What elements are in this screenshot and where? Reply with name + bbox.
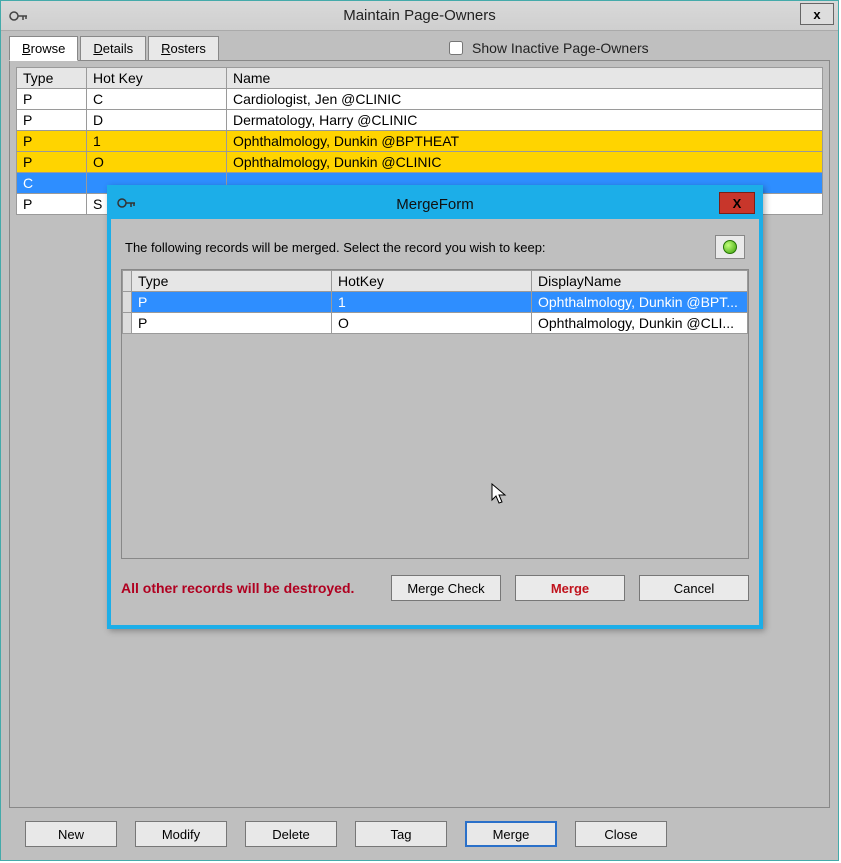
merge-check-button[interactable]: Merge Check [391,575,501,601]
cell-type[interactable]: P [17,152,87,173]
table-row[interactable]: PCCardiologist, Jen @CLINIC [17,89,823,110]
tab-details[interactable]: Details [80,36,146,60]
cell-name[interactable]: Dermatology, Harry @CLINIC [227,110,823,131]
modify-button[interactable]: Modify [135,821,227,847]
mcell-displayname[interactable]: Ophthalmology, Dunkin @BPT... [532,292,748,313]
window-close-button[interactable]: x [800,3,834,25]
merge-instruction-row: The following records will be merged. Se… [121,225,749,269]
cell-type[interactable]: P [17,131,87,152]
merge-grid-header[interactable]: Type HotKey DisplayName [123,271,748,292]
cell-type[interactable]: P [17,89,87,110]
mcell-type[interactable]: P [132,292,332,313]
main-window: Maintain Page-Owners x Browse Details Ro… [0,0,839,861]
tabs-row: Browse Details Rosters Show Inactive Pag… [9,35,830,61]
row-marker-header [123,271,132,292]
merge-table-row[interactable]: POOphthalmology, Dunkin @CLI... [123,313,748,334]
close-icon: x [813,7,820,22]
tab-browse[interactable]: Browse [9,36,78,61]
merge-table-row[interactable]: P1Ophthalmology, Dunkin @BPT... [123,292,748,313]
merge-cancel-button[interactable]: Cancel [639,575,749,601]
mcol-hotkey-header[interactable]: HotKey [332,271,532,292]
row-marker [123,292,132,313]
show-inactive-label: Show Inactive Page-Owners [472,40,649,56]
merge-warning: All other records will be destroyed. [121,580,354,596]
info-button[interactable] [715,235,745,259]
table-row[interactable]: POOphthalmology, Dunkin @CLINIC [17,152,823,173]
mcell-type[interactable]: P [132,313,332,334]
mcell-hotkey[interactable]: O [332,313,532,334]
table-row[interactable]: PDDermatology, Harry @CLINIC [17,110,823,131]
tab-rosters-rest: osters [171,41,206,56]
cell-name[interactable]: Cardiologist, Jen @CLINIC [227,89,823,110]
cell-hotkey[interactable]: O [87,152,227,173]
window-title: Maintain Page-Owners [1,7,838,24]
cell-type[interactable]: P [17,194,87,215]
merge-grid[interactable]: Type HotKey DisplayName P1Ophthalmology,… [122,270,748,334]
mcol-displayname-header[interactable]: DisplayName [532,271,748,292]
cell-name[interactable]: Ophthalmology, Dunkin @BPTHEAT [227,131,823,152]
cell-hotkey[interactable]: C [87,89,227,110]
cell-type[interactable]: C [17,173,87,194]
merge-button[interactable]: Merge [465,821,557,847]
cell-hotkey[interactable]: 1 [87,131,227,152]
merge-instruction: The following records will be merged. Se… [125,240,546,255]
cell-name[interactable]: Ophthalmology, Dunkin @CLINIC [227,152,823,173]
delete-button[interactable]: Delete [245,821,337,847]
mcell-hotkey[interactable]: 1 [332,292,532,313]
row-marker [123,313,132,334]
col-hotkey-header[interactable]: Hot Key [87,68,227,89]
close-button[interactable]: Close [575,821,667,847]
col-name-header[interactable]: Name [227,68,823,89]
mcol-type-header[interactable]: Type [132,271,332,292]
bottom-button-bar: New Modify Delete Tag Merge Close [9,818,830,850]
col-type-header[interactable]: Type [17,68,87,89]
merge-confirm-button[interactable]: Merge [515,575,625,601]
merge-dialog: MergeForm X The following records will b… [107,185,763,629]
merge-footer-row: All other records will be destroyed. Mer… [121,575,749,601]
merge-button-group: Merge Check Merge Cancel [391,575,749,601]
show-inactive-input[interactable] [449,41,463,55]
grid-header-row[interactable]: Type Hot Key Name [17,68,823,89]
info-icon [723,240,737,254]
merge-grid-panel: Type HotKey DisplayName P1Ophthalmology,… [121,269,749,559]
table-row[interactable]: P1Ophthalmology, Dunkin @BPTHEAT [17,131,823,152]
merge-close-button[interactable]: X [719,192,755,214]
merge-title: MergeForm [111,196,759,213]
tab-details-rest: etails [103,41,133,56]
cell-type[interactable]: P [17,110,87,131]
mcell-displayname[interactable]: Ophthalmology, Dunkin @CLI... [532,313,748,334]
close-icon: X [733,196,742,211]
tab-rosters[interactable]: Rosters [148,36,219,60]
merge-body: The following records will be merged. Se… [121,225,749,615]
show-inactive-checkbox[interactable]: Show Inactive Page-Owners [445,38,649,58]
merge-titlebar[interactable]: MergeForm X [111,189,759,219]
tag-button[interactable]: Tag [355,821,447,847]
titlebar[interactable]: Maintain Page-Owners x [1,1,838,31]
tab-browse-rest: rowse [31,41,66,56]
cell-hotkey[interactable]: D [87,110,227,131]
new-button[interactable]: New [25,821,117,847]
